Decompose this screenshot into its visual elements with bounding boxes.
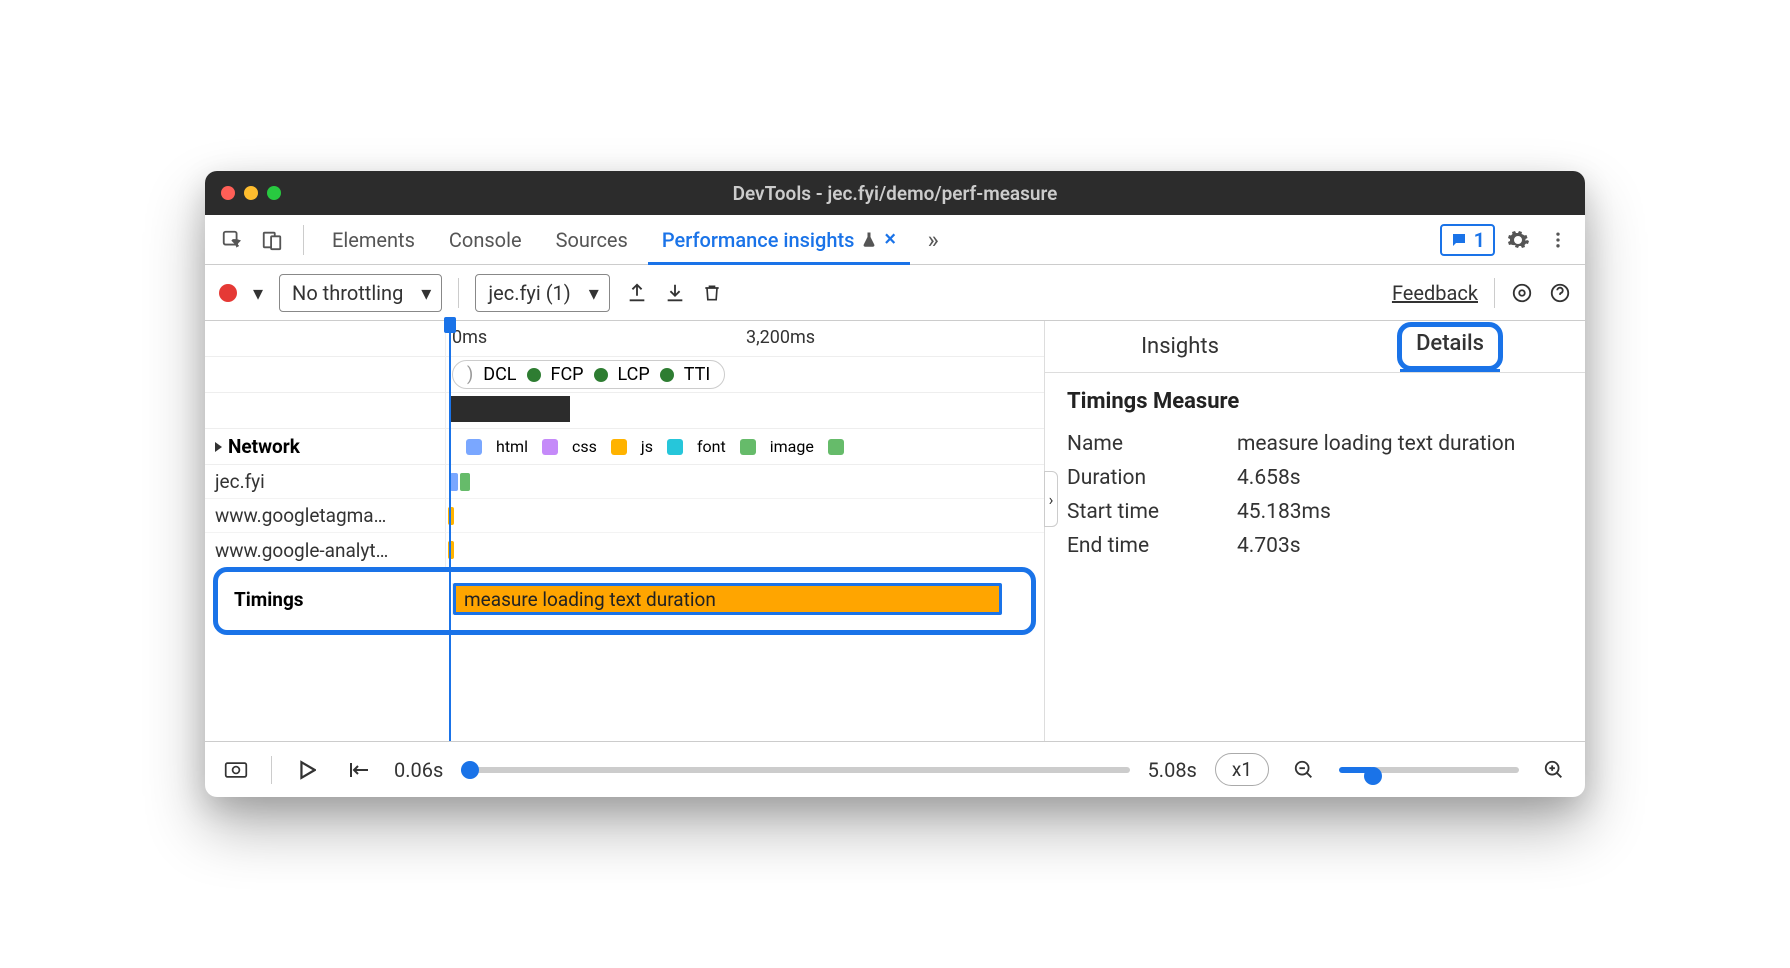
overview-bar bbox=[450, 396, 570, 422]
network-row[interactable]: www.googletagma… bbox=[205, 499, 1044, 533]
import-icon[interactable] bbox=[664, 282, 686, 304]
legend-js: js bbox=[641, 437, 653, 456]
network-row[interactable]: www.google-analyt… bbox=[205, 533, 1044, 567]
content-area: 0ms 3,200ms ) DCL FCP LCP TTI bbox=[205, 321, 1585, 741]
detail-row: Start time45.183ms bbox=[1067, 500, 1563, 524]
caret-right-icon[interactable] bbox=[215, 442, 222, 452]
tick-label: 0ms bbox=[452, 327, 487, 348]
preview-icon[interactable] bbox=[219, 753, 253, 787]
export-icon[interactable] bbox=[626, 282, 648, 304]
devtools-window: DevTools - jec.fyi/demo/perf-measure Ele… bbox=[205, 171, 1585, 797]
timing-measure-block[interactable]: measure loading text duration bbox=[453, 583, 1002, 615]
legend-swatch-partial bbox=[828, 439, 844, 455]
dot-icon bbox=[594, 368, 608, 382]
tab-label: Performance insights bbox=[662, 228, 855, 252]
legend-css: css bbox=[572, 437, 597, 456]
zoom-level[interactable]: x1 bbox=[1215, 753, 1269, 786]
help-icon[interactable] bbox=[1549, 282, 1571, 304]
delete-icon[interactable] bbox=[702, 282, 722, 304]
legend-image: image bbox=[770, 437, 814, 456]
details-highlight: Details bbox=[1397, 322, 1503, 371]
milestone-lcp: LCP bbox=[618, 364, 650, 385]
tab-performance-insights[interactable]: Performance insights × bbox=[648, 215, 910, 264]
milestone-fcp: FCP bbox=[551, 364, 584, 385]
close-window-button[interactable] bbox=[221, 186, 235, 200]
tab-details[interactable]: Details bbox=[1315, 321, 1585, 372]
flask-icon bbox=[860, 231, 878, 249]
request-bar[interactable] bbox=[460, 473, 470, 491]
milestones-pill: ) DCL FCP LCP TTI bbox=[452, 360, 725, 389]
network-row[interactable]: jec.fyi bbox=[205, 465, 1044, 499]
inspect-element-icon[interactable] bbox=[215, 223, 249, 257]
legend-swatch bbox=[667, 439, 683, 455]
issues-count: 1 bbox=[1474, 228, 1485, 252]
tab-console[interactable]: Console bbox=[435, 215, 536, 264]
overview-row bbox=[205, 393, 1044, 429]
details-heading: Timings Measure bbox=[1067, 389, 1563, 414]
request-bar[interactable] bbox=[450, 473, 458, 491]
rewind-button[interactable] bbox=[342, 753, 376, 787]
perf-toolbar: ▾ No throttling jec.fyi (1) Feedback bbox=[205, 265, 1585, 321]
network-header-row: Network html css js font image bbox=[205, 429, 1044, 465]
settings-icon[interactable] bbox=[1501, 223, 1535, 257]
time-start: 0.06s bbox=[394, 758, 443, 782]
zoom-window-button[interactable] bbox=[267, 186, 281, 200]
legend-swatch bbox=[466, 439, 482, 455]
milestone-dcl: DCL bbox=[483, 364, 516, 385]
milestones-row: ) DCL FCP LCP TTI bbox=[205, 357, 1044, 393]
legend-swatch bbox=[542, 439, 558, 455]
tab-sources[interactable]: Sources bbox=[542, 215, 642, 264]
milestone-tti: TTI bbox=[684, 364, 711, 385]
close-tab-button[interactable]: × bbox=[884, 227, 896, 252]
record-dropdown-icon[interactable]: ▾ bbox=[253, 281, 263, 305]
network-label: Network bbox=[228, 435, 300, 458]
right-tabs: Insights Details bbox=[1045, 321, 1585, 373]
detail-row: Duration4.658s bbox=[1067, 466, 1563, 490]
timings-label: Timings bbox=[224, 588, 452, 611]
details-panel: Insights Details Timings Measure Namemea… bbox=[1045, 321, 1585, 741]
device-toolbar-icon[interactable] bbox=[255, 223, 289, 257]
milestone-separator: ) bbox=[467, 364, 473, 385]
record-button[interactable] bbox=[219, 284, 237, 302]
dot-icon bbox=[527, 368, 541, 382]
tab-elements[interactable]: Elements bbox=[318, 215, 429, 264]
zoom-out-icon[interactable] bbox=[1287, 753, 1321, 787]
main-tabstrip: Elements Console Sources Performance ins… bbox=[205, 215, 1585, 265]
timeline-panel: 0ms 3,200ms ) DCL FCP LCP TTI bbox=[205, 321, 1045, 741]
legend-font: font bbox=[697, 437, 726, 456]
recording-select[interactable]: jec.fyi (1) bbox=[475, 274, 609, 312]
traffic-lights bbox=[221, 186, 281, 200]
separator bbox=[303, 225, 304, 255]
playhead[interactable] bbox=[449, 321, 451, 741]
playback-footer: 0.06s 5.08s x1 bbox=[205, 741, 1585, 797]
details-body: Timings Measure Namemeasure loading text… bbox=[1045, 373, 1585, 584]
feedback-link[interactable]: Feedback bbox=[1392, 281, 1478, 305]
more-tabs-button[interactable]: » bbox=[916, 223, 950, 257]
scrubber-slider[interactable] bbox=[461, 767, 1129, 773]
timings-highlight: Timings measure loading text duration bbox=[213, 567, 1036, 635]
detail-row: Namemeasure loading text duration bbox=[1067, 432, 1563, 456]
issues-button[interactable]: 1 bbox=[1440, 224, 1495, 256]
legend-swatch bbox=[611, 439, 627, 455]
time-end: 5.08s bbox=[1148, 758, 1197, 782]
tick-label: 3,200ms bbox=[746, 327, 815, 348]
throttling-select[interactable]: No throttling bbox=[279, 274, 442, 312]
play-button[interactable] bbox=[290, 753, 324, 787]
legend-html: html bbox=[496, 437, 528, 456]
time-axis: 0ms 3,200ms bbox=[205, 321, 1044, 357]
legend-swatch bbox=[740, 439, 756, 455]
panel-expand-handle[interactable]: › bbox=[1044, 471, 1058, 527]
panel-settings-icon[interactable] bbox=[1511, 282, 1533, 304]
detail-row: End time4.703s bbox=[1067, 534, 1563, 558]
minimize-window-button[interactable] bbox=[244, 186, 258, 200]
zoom-slider[interactable] bbox=[1339, 767, 1519, 773]
zoom-in-icon[interactable] bbox=[1537, 753, 1571, 787]
dot-icon bbox=[660, 368, 674, 382]
window-title: DevTools - jec.fyi/demo/perf-measure bbox=[205, 182, 1585, 205]
kebab-menu-icon[interactable] bbox=[1541, 223, 1575, 257]
tab-insights[interactable]: Insights bbox=[1045, 321, 1315, 372]
titlebar: DevTools - jec.fyi/demo/perf-measure bbox=[205, 171, 1585, 215]
